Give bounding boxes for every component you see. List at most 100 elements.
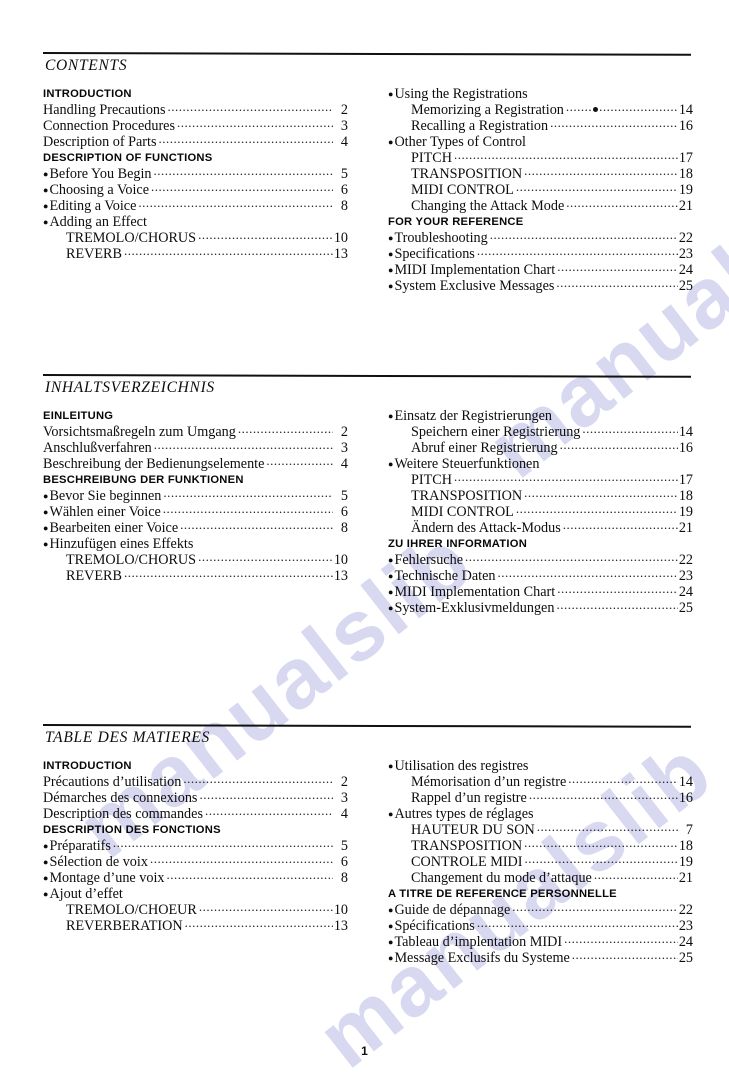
toc-entry-label: Handling Precautions — [43, 102, 166, 118]
toc-entry[interactable]: ●Ajout d’effet..........................… — [43, 886, 348, 902]
toc-entry[interactable]: ●TREMOLO/CHORUS.........................… — [43, 552, 348, 568]
toc-entry[interactable]: ●Précautions d’utilisation..............… — [43, 774, 348, 790]
dot-leader: ........................................… — [162, 504, 333, 516]
toc-entry[interactable]: ●CONTROLE MIDI..........................… — [388, 854, 693, 870]
toc-entry[interactable]: ●PITCH..................................… — [388, 150, 693, 166]
toc-entry[interactable]: ●Démarches des connexions...............… — [43, 790, 348, 806]
toc-entry-label: Einsatz der Registrierungen — [394, 408, 553, 424]
toc-entry[interactable]: ●Speichern einer Registrierung..........… — [388, 424, 693, 440]
bullet-icon: ● — [43, 857, 49, 867]
toc-entry[interactable]: ●HAUTEUR DU SON.........................… — [388, 822, 693, 838]
toc-entry[interactable]: ●MIDI CONTROL...........................… — [388, 504, 693, 520]
toc-entry-page-number: 16 — [678, 790, 693, 806]
toc-entry[interactable]: ● Wählen einer Voice.....................… — [43, 504, 348, 520]
toc-entry-page-number: 25 — [678, 950, 693, 966]
toc-entry[interactable]: ●Other Types of Control.................… — [388, 134, 693, 150]
toc-entry[interactable]: ● Bevor Sie beginnen.....................… — [43, 488, 348, 504]
toc-entry[interactable]: ● Montage d’une voix.....................… — [43, 870, 348, 886]
toc-entry-label: TREMOLO/CHORUS — [66, 552, 197, 568]
toc-entry-page-number: 22 — [678, 230, 693, 246]
toc-entry[interactable]: ●Description des commandes..............… — [43, 806, 348, 822]
dot-leader: ........................................… — [198, 552, 333, 564]
toc-entry[interactable]: ● Préparatifs............................… — [43, 838, 348, 854]
toc-entry-page-number: 8 — [340, 870, 348, 886]
bullet-icon: ● — [388, 411, 394, 421]
toc-entry[interactable]: ● Bearbeiten einer Voice.................… — [43, 520, 348, 536]
toc-entry-label: Description des commandes — [43, 806, 203, 822]
toc-entry[interactable]: ●TREMOLO/CHORUS.........................… — [43, 230, 348, 246]
toc-entry[interactable]: ● Troubleshooting........................… — [388, 230, 693, 246]
toc-entry[interactable]: ●Abruf einer Registrierung..............… — [388, 440, 693, 456]
toc-entry[interactable]: ●PITCH..................................… — [388, 472, 693, 488]
toc-entry[interactable]: ●TRANSPOSITION..........................… — [388, 838, 693, 854]
dot-leader: ........................................… — [199, 790, 333, 802]
toc-entry[interactable]: ●Handling Precautions...................… — [43, 102, 348, 118]
toc-entry[interactable]: ● Sélection de voix......................… — [43, 854, 348, 870]
toc-entry[interactable]: ● Fehlersuche............................… — [388, 552, 693, 568]
bullet-icon: ● — [43, 841, 49, 851]
toc-entry[interactable]: ●Vorsichtsmaßregeln zum Umgang..........… — [43, 424, 348, 440]
toc-entry-page-number: 2 — [340, 774, 348, 790]
toc-entry[interactable]: ● Tableau d’implentation MIDI............… — [388, 934, 693, 950]
toc-entry-page-number: 24 — [678, 584, 693, 600]
toc-entry[interactable]: ●Description of Parts...................… — [43, 134, 348, 150]
bullet-icon: ● — [388, 89, 394, 99]
toc-entry[interactable]: ●Anschlußverfahren......................… — [43, 440, 348, 456]
toc-entry[interactable]: ●Beschreibung der Bedienungselemente....… — [43, 456, 348, 472]
toc-entry[interactable]: ●Adding an Effect.......................… — [43, 214, 348, 230]
toc-entry[interactable]: ●Hinzufügen eines Effekts...............… — [43, 536, 348, 552]
toc-entry[interactable]: ● Before You Begin.......................… — [43, 166, 348, 182]
toc-entry[interactable]: ● Spécifications.........................… — [388, 918, 693, 934]
dot-leader: ........................................… — [550, 118, 678, 130]
toc-entry[interactable]: ● Editing a Voice........................… — [43, 198, 348, 214]
toc-entry[interactable]: ●Memorizing a Registration..............… — [388, 102, 693, 118]
dot-leader: ........................................… — [593, 870, 678, 882]
section-title: CONTENTS — [45, 57, 128, 74]
toc-entry[interactable]: ●REVERB.................................… — [43, 246, 348, 262]
toc-entry[interactable]: ● System-Exklusivmeldungen...............… — [388, 600, 693, 616]
toc-entry[interactable]: ● Guide de dépannage.....................… — [388, 902, 693, 918]
dot-leader: ........................................… — [568, 774, 678, 786]
toc-entry[interactable]: ●Changing the Attack Mode...............… — [388, 198, 693, 214]
toc-entry[interactable]: ●REVERB.................................… — [43, 568, 348, 584]
toc-entry[interactable]: ●Einsatz der Registrierungen............… — [388, 408, 693, 424]
toc-entry[interactable]: ● Choosing a Voice.......................… — [43, 182, 348, 198]
toc-entry[interactable]: ● MIDI Implementation Chart..............… — [388, 262, 693, 278]
toc-entry[interactable]: ● System Exclusive Messages..............… — [388, 278, 693, 294]
toc-entry[interactable]: ● Specifications.........................… — [388, 246, 693, 262]
toc-entry-label: Tableau d’implentation MIDI — [394, 934, 563, 950]
toc-entry[interactable]: ●Utilisation des registres..............… — [388, 758, 693, 774]
toc-entry[interactable]: ●Recalling a Registration...............… — [388, 118, 693, 134]
toc-entry[interactable]: ●Rappel d’un registre...................… — [388, 790, 693, 806]
toc-entry[interactable]: ●Using the Registrations................… — [388, 86, 693, 102]
dot-leader: ........................................… — [562, 520, 678, 532]
section-rule — [42, 724, 692, 728]
toc-entry[interactable]: ●REVERBERATION..........................… — [43, 918, 348, 934]
toc-entry[interactable]: ●MIDI CONTROL...........................… — [388, 182, 693, 198]
section-rule — [42, 52, 692, 56]
bullet-icon: ● — [388, 555, 394, 565]
toc-entry[interactable]: ●Ändern des Attack-Modus................… — [388, 520, 693, 536]
toc-entry-page-number: 4 — [340, 806, 348, 822]
toc-entry-page-number: 14 — [678, 102, 693, 118]
dot-leader: ........................................… — [497, 568, 678, 580]
toc-entry[interactable]: ●Connection Procedures..................… — [43, 118, 348, 134]
toc-entry[interactable]: ● Technische Daten.......................… — [388, 568, 693, 584]
toc-entry[interactable]: ● MIDI Implementation Chart..............… — [388, 584, 693, 600]
toc-entry[interactable]: ●Changement du mode d’attaque...........… — [388, 870, 693, 886]
toc-entry[interactable]: ●Mémorisation d’un registre.............… — [388, 774, 693, 790]
bullet-icon: ● — [43, 201, 49, 211]
dot-leader: ........................................… — [454, 472, 678, 484]
section-rule — [42, 374, 692, 378]
toc-entry[interactable]: ●TRANSPOSITION..........................… — [388, 166, 693, 182]
toc-column-right: ●Using the Registrations................… — [388, 86, 693, 294]
toc-entry[interactable]: ●TRANSPOSITION..........................… — [388, 488, 693, 504]
toc-entry[interactable]: ● Message Exclusifs du Systeme...........… — [388, 950, 693, 966]
toc-entry[interactable]: ●TREMOLO/CHOEUR.........................… — [43, 902, 348, 918]
toc-entry[interactable]: ●Weitere Steuerfunktionen...............… — [388, 456, 693, 472]
toc-entry-label: PITCH — [411, 472, 452, 488]
toc-entry-page-number: 18 — [678, 488, 693, 504]
toc-group-heading: DESCRIPTION OF FUNCTIONS — [43, 152, 213, 164]
bullet-icon: ● — [388, 233, 394, 243]
toc-entry[interactable]: ●Autres types de réglages...............… — [388, 806, 693, 822]
